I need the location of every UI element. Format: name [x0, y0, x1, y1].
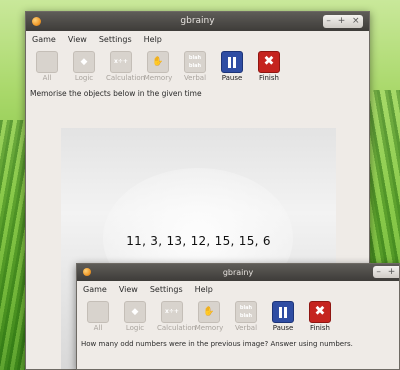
titlebar[interactable]: gbrainy – + ×	[26, 12, 369, 31]
menu-settings[interactable]: Settings	[150, 285, 183, 294]
toolbar-verbal-button[interactable]: blah blah Verbal	[231, 301, 261, 332]
minimize-button[interactable]: –	[326, 15, 331, 28]
gbrainy-question-window: gbrainy – + × Game View Settings Help Al…	[76, 263, 400, 370]
minimize-button[interactable]: –	[376, 266, 381, 279]
toolbar-calculation-button[interactable]: x÷+ Calculation	[157, 301, 197, 332]
logic-icon: ◆	[124, 301, 146, 323]
menubar: Game View Settings Help	[77, 281, 399, 298]
toolbar-label: Finish	[310, 324, 330, 332]
menu-game[interactable]: Game	[32, 35, 56, 44]
menu-game[interactable]: Game	[83, 285, 107, 294]
menubar: Game View Settings Help	[26, 31, 369, 48]
pause-icon	[221, 51, 243, 73]
all-icon	[36, 51, 58, 73]
toolbar: All ◆ Logic x÷+ Calculation ✋ Memory bla…	[77, 298, 399, 338]
verbal-icon: blah blah	[184, 51, 206, 73]
wallpaper-grass-left	[0, 120, 28, 370]
toolbar-label: Logic	[125, 324, 145, 332]
toolbar-label: Verbal	[234, 324, 258, 332]
toolbar-memory-button[interactable]: ✋ Memory	[143, 51, 173, 82]
verbal-icon: blah blah	[235, 301, 257, 323]
toolbar-label: Calculation	[157, 324, 197, 332]
toolbar-all-button[interactable]: All	[32, 51, 62, 82]
toolbar-all-button[interactable]: All	[83, 301, 113, 332]
memory-icon: ✋	[147, 51, 169, 73]
calculation-icon: x÷+	[161, 301, 183, 323]
window-title: gbrainy	[222, 268, 254, 277]
memorise-numbers: 11, 3, 13, 12, 15, 15, 6	[126, 234, 271, 248]
close-dot-icon[interactable]	[83, 268, 91, 276]
toolbar-label: Calculation	[106, 74, 146, 82]
window-controls: – + ×	[373, 266, 399, 279]
toolbar-finish-button[interactable]: ✖ Finish	[254, 51, 284, 82]
toolbar-label: All	[93, 324, 103, 332]
close-button[interactable]: ×	[352, 15, 360, 28]
titlebar[interactable]: gbrainy – + ×	[77, 264, 399, 281]
all-icon	[87, 301, 109, 323]
maximize-button[interactable]: +	[338, 15, 346, 28]
menu-view[interactable]: View	[68, 35, 87, 44]
close-dot-icon[interactable]	[32, 17, 41, 26]
toolbar-label: Logic	[74, 74, 94, 82]
instruction-text: Memorise the objects below in the given …	[30, 89, 202, 98]
calculation-icon: x÷+	[110, 51, 132, 73]
toolbar-label: All	[42, 74, 52, 82]
menu-view[interactable]: View	[119, 285, 138, 294]
toolbar-label: Memory	[143, 74, 173, 82]
toolbar-logic-button[interactable]: ◆ Logic	[120, 301, 150, 332]
toolbar-memory-button[interactable]: ✋ Memory	[194, 301, 224, 332]
pause-icon	[272, 301, 294, 323]
toolbar-pause-button[interactable]: Pause	[217, 51, 247, 82]
logic-icon: ◆	[73, 51, 95, 73]
toolbar-finish-button[interactable]: ✖ Finish	[305, 301, 335, 332]
toolbar-pause-button[interactable]: Pause	[268, 301, 298, 332]
toolbar-label: Pause	[272, 324, 294, 332]
menu-help[interactable]: Help	[195, 285, 213, 294]
menu-help[interactable]: Help	[144, 35, 162, 44]
finish-icon: ✖	[258, 51, 280, 73]
toolbar-logic-button[interactable]: ◆ Logic	[69, 51, 99, 82]
window-title: gbrainy	[180, 16, 215, 26]
toolbar-label: Memory	[194, 324, 224, 332]
maximize-button[interactable]: +	[388, 266, 396, 279]
finish-icon: ✖	[309, 301, 331, 323]
question-text: How many odd numbers were in the previou…	[81, 340, 353, 348]
toolbar-label: Verbal	[183, 74, 207, 82]
toolbar: All ◆ Logic x÷+ Calculation ✋ Memory bla…	[26, 48, 369, 88]
memory-icon: ✋	[198, 301, 220, 323]
menu-settings[interactable]: Settings	[99, 35, 132, 44]
toolbar-label: Pause	[221, 74, 243, 82]
toolbar-verbal-button[interactable]: blah blah Verbal	[180, 51, 210, 82]
toolbar-calculation-button[interactable]: x÷+ Calculation	[106, 51, 146, 82]
toolbar-label: Finish	[259, 74, 279, 82]
window-controls: – + ×	[323, 15, 363, 28]
